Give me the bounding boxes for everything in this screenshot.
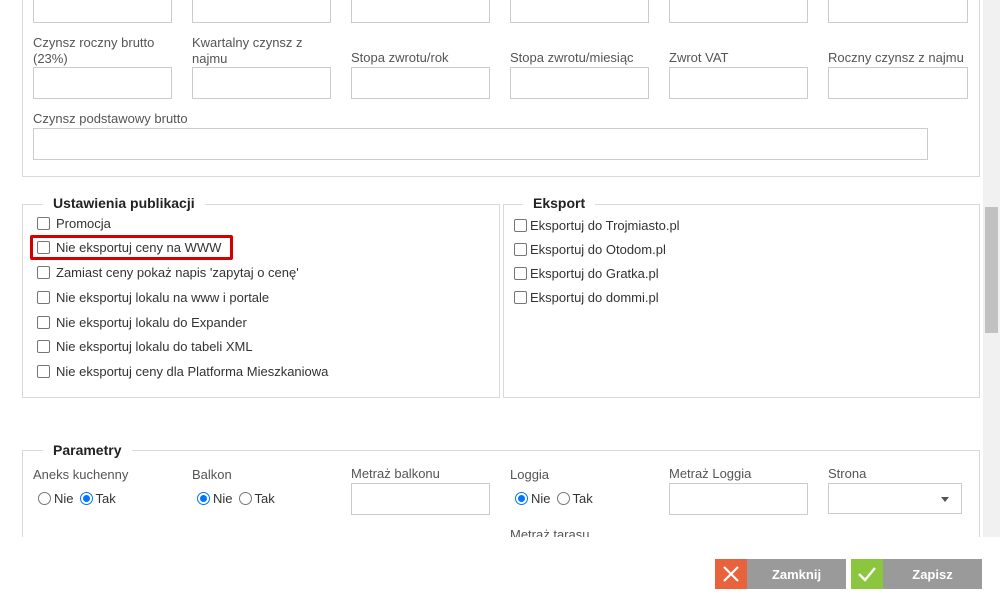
promocja-label: Promocja [56,216,111,231]
close-icon [715,559,747,589]
no-price-platforma-label: Nie eksportuj ceny dla Platforma Mieszka… [56,364,329,379]
balkon-radios: Nie Tak [197,491,281,506]
stopa-zwrotu-rok-input[interactable] [351,67,490,99]
finance-input-row1-3[interactable] [351,0,490,23]
publication-title: Ustawienia publikacji [43,195,205,211]
strona-label: Strona [828,466,867,481]
no-export-xml-checkbox-row[interactable]: Nie eksportuj lokalu do tabeli XML [37,339,253,354]
aneks-kuchenny-radios: Nie Tak [38,491,122,506]
export-dommi-checkbox-row[interactable]: Eksportuj do dommi.pl [514,290,659,305]
kwartalny-czynsz-input[interactable] [192,67,331,99]
aneks-tak-label: Tak [95,491,116,506]
promocja-checkbox[interactable] [37,217,50,230]
stopa-zwrotu-miesiac-label: Stopa zwrotu/miesiąc [510,50,634,65]
no-price-platforma-checkbox[interactable] [37,365,50,378]
loggia-tak-radio[interactable] [556,492,570,505]
stopa-zwrotu-miesiac-input[interactable] [510,67,649,99]
zwrot-vat-label: Zwrot VAT [669,50,729,65]
no-export-www-portals-checkbox[interactable] [37,291,50,304]
ask-price-label: Zamiast ceny pokaż napis 'zapytaj o cenę… [56,265,299,280]
metraz-tarasu-label: Metraż tarasu [510,527,590,537]
export-trojmiasto-checkbox[interactable] [514,219,527,232]
form-scroll-area[interactable]: Czynsz roczny brutto (23%) Kwartalny czy… [0,0,983,537]
export-title: Eksport [523,195,596,211]
balkon-tak-label: Tak [254,491,275,506]
highlight-box [30,235,233,260]
balkon-label: Balkon [192,467,232,482]
roczny-czynsz-label: Roczny czynsz z najmu [828,50,964,65]
czynsz-podstawowy-label: Czynsz podstawowy brutto [33,111,188,126]
save-button-label: Zapisz [883,559,982,589]
ask-price-checkbox[interactable] [37,266,50,279]
strona-select[interactable] [828,483,962,514]
finance-input-row1-2[interactable] [192,0,331,23]
czynsz-roczny-brutto-label: Czynsz roczny brutto (23%) [33,35,155,66]
parameters-title: Parametry [43,442,132,458]
balkon-nie-label: Nie [213,491,233,506]
export-gratka-checkbox[interactable] [514,267,527,280]
loggia-nie-radio[interactable] [515,492,528,505]
ask-price-checkbox-row[interactable]: Zamiast ceny pokaż napis 'zapytaj o cenę… [37,265,299,280]
balkon-nie-radio[interactable] [197,492,210,505]
check-icon [851,559,883,589]
close-button[interactable]: Zamknij [715,559,846,589]
loggia-radios: Nie Tak [515,491,599,506]
export-gratka-label: Eksportuj do Gratka.pl [530,266,659,281]
close-button-label: Zamknij [747,559,846,589]
scrollbar-thumb[interactable] [985,207,998,333]
no-export-xml-label: Nie eksportuj lokalu do tabeli XML [56,339,253,354]
metraz-loggia-label: Metraż Loggia [669,466,752,481]
export-dommi-label: Eksportuj do dommi.pl [530,290,659,305]
metraz-loggia-input[interactable] [669,483,808,515]
loggia-nie-label: Nie [531,491,551,506]
dialog-footer: Zamknij Zapisz [0,537,1000,605]
no-export-expander-checkbox[interactable] [37,316,50,329]
finance-input-row1-5[interactable] [669,0,808,23]
export-trojmiasto-checkbox-row[interactable]: Eksportuj do Trojmiasto.pl [514,218,680,233]
finance-input-row1-1[interactable] [33,0,172,23]
czynsz-podstawowy-input[interactable] [33,128,928,160]
no-export-www-portals-checkbox-row[interactable]: Nie eksportuj lokalu na www i portale [37,290,269,305]
finance-input-row1-4[interactable] [510,0,649,23]
window-edge [1000,0,1006,605]
aneks-nie-label: Nie [54,491,74,506]
roczny-czynsz-input[interactable] [828,67,968,99]
save-button[interactable]: Zapisz [851,559,982,589]
export-otodom-label: Eksportuj do Otodom.pl [530,242,666,257]
balkon-tak-radio[interactable] [238,492,252,505]
promocja-checkbox-row[interactable]: Promocja [37,216,111,231]
export-otodom-checkbox-row[interactable]: Eksportuj do Otodom.pl [514,242,666,257]
export-trojmiasto-label: Eksportuj do Trojmiasto.pl [530,218,680,233]
no-export-xml-checkbox[interactable] [37,340,50,353]
loggia-tak-label: Tak [572,491,593,506]
aneks-nie-radio[interactable] [38,492,51,505]
no-export-www-portals-label: Nie eksportuj lokalu na www i portale [56,290,270,305]
stopa-zwrotu-rok-label: Stopa zwrotu/rok [351,50,449,65]
loggia-label: Loggia [510,467,550,482]
kwartalny-czynsz-label: Kwartalny czynsz z najmu [192,35,303,66]
zwrot-vat-input[interactable] [669,67,808,99]
export-dommi-checkbox[interactable] [514,291,527,304]
aneks-kuchenny-label: Aneks kuchenny [33,467,129,482]
no-export-expander-checkbox-row[interactable]: Nie eksportuj lokalu do Expander [37,315,247,330]
no-price-platforma-checkbox-row[interactable]: Nie eksportuj ceny dla Platforma Mieszka… [37,364,328,379]
aneks-tak-radio[interactable] [79,492,93,505]
czynsz-roczny-brutto-input[interactable] [33,67,172,99]
finance-input-row1-6[interactable] [828,0,968,23]
no-export-expander-label: Nie eksportuj lokalu do Expander [56,315,247,330]
chevron-down-icon [941,497,949,502]
export-otodom-checkbox[interactable] [514,243,527,256]
metraz-balkonu-input[interactable] [351,483,490,515]
metraz-balkonu-label: Metraż balkonu [351,466,440,481]
vertical-scrollbar[interactable] [983,0,1000,537]
export-gratka-checkbox-row[interactable]: Eksportuj do Gratka.pl [514,266,659,281]
